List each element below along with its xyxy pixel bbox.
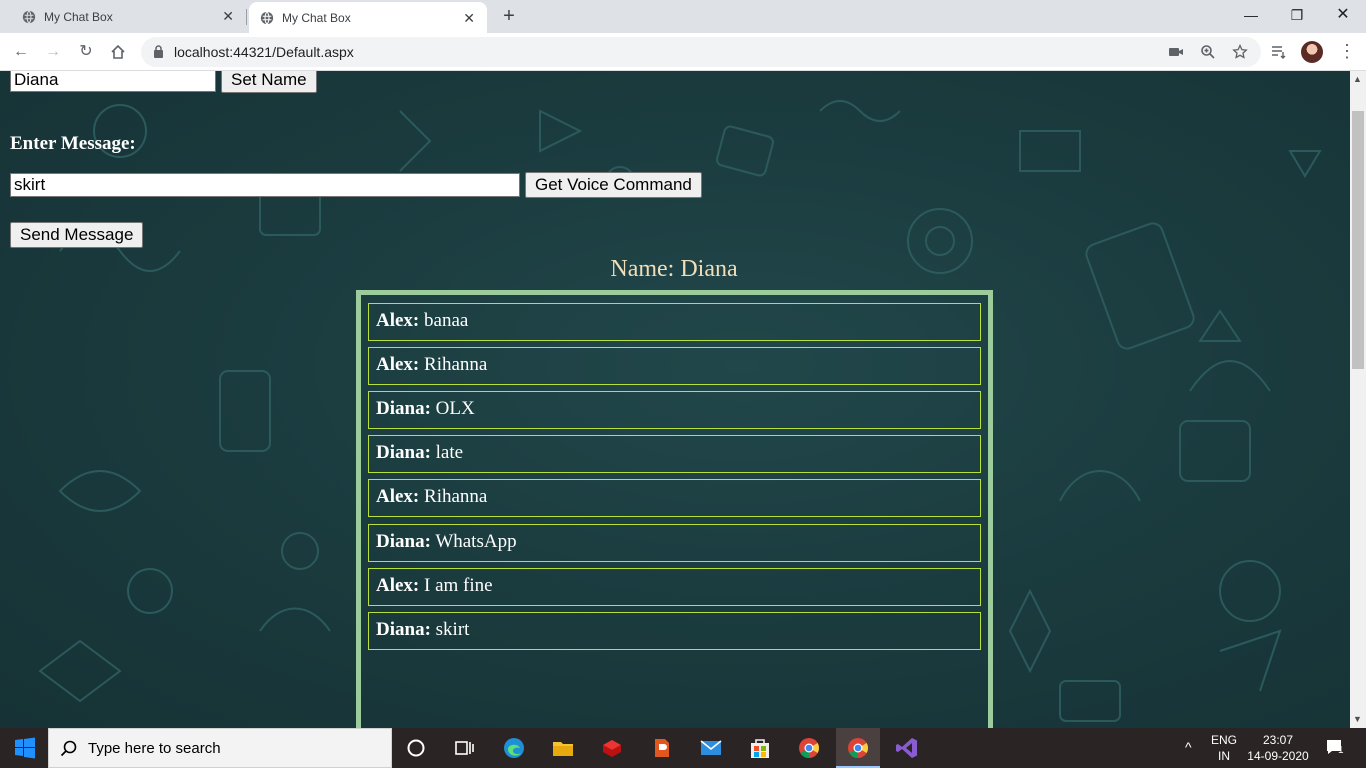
message-text: late: [430, 442, 464, 463]
lock-icon: [154, 45, 163, 58]
cortana-icon[interactable]: [404, 736, 428, 760]
chat-page: Diana Set Name Enter Message: skirt Get …: [0, 71, 1350, 728]
tab-strip: My Chat Box ✕ My Chat Box ✕ + — ❐ ✕: [0, 0, 1366, 33]
tab-my-chat-box-2[interactable]: My Chat Box ✕: [249, 2, 487, 33]
chat-box: Alex: banaa Alex: Rihanna Diana: OLX Dia…: [356, 290, 993, 728]
app-icon-orange[interactable]: [650, 736, 674, 760]
message-text: banaa: [419, 310, 469, 331]
message-sender: Alex:: [376, 354, 420, 375]
scrollbar-thumb[interactable]: [1352, 111, 1364, 369]
message-sender: Diana:: [376, 442, 431, 463]
chat-message: Diana: skirt: [368, 612, 981, 650]
page-scrollbar[interactable]: ▲ ▼: [1350, 71, 1366, 728]
restore-icon[interactable]: ❐: [1274, 0, 1320, 33]
chrome-active-app[interactable]: [836, 728, 880, 768]
message-sender: Diana:: [376, 398, 431, 419]
mail-icon[interactable]: [699, 736, 723, 760]
chat-message: Alex: I am fine: [368, 568, 981, 606]
tab-divider: [246, 9, 247, 25]
visual-studio-icon[interactable]: [895, 736, 919, 760]
message-sender: Alex:: [376, 310, 420, 331]
name-heading: Name: Diana: [610, 256, 738, 282]
task-view-icon[interactable]: [452, 736, 476, 760]
home-icon[interactable]: [106, 40, 130, 64]
input-language[interactable]: ENG IN: [1208, 732, 1240, 764]
message-sender: Diana:: [376, 531, 431, 552]
show-hidden-icons[interactable]: ^: [1185, 739, 1192, 755]
address-bar[interactable]: localhost:44321/Default.aspx: [141, 37, 1261, 67]
tab-my-chat-box-1[interactable]: My Chat Box ✕: [0, 0, 246, 33]
forward-icon[interactable]: →: [41, 40, 65, 64]
minimize-icon[interactable]: —: [1228, 0, 1274, 33]
new-tab-button[interactable]: +: [498, 6, 520, 28]
media-queue-icon[interactable]: [1270, 43, 1288, 61]
zoom-icon[interactable]: [1200, 44, 1216, 60]
tab-title: My Chat Box: [44, 9, 113, 24]
browser-toolbar: ← → ↻ localhost:44321/Default.aspx ⋮: [0, 33, 1366, 71]
globe-icon: [260, 11, 274, 24]
notification-count: 1: [1338, 745, 1344, 756]
taskbar-search-box[interactable]: Type here to search: [48, 728, 392, 768]
message-text: skirt: [430, 619, 470, 640]
set-name-button[interactable]: Set Name: [221, 71, 317, 93]
chat-message: Diana: OLX: [368, 391, 981, 429]
language-code: ENG: [1210, 733, 1237, 747]
scroll-up-icon[interactable]: ▲: [1353, 74, 1362, 84]
edge-icon[interactable]: [502, 736, 526, 760]
scroll-down-icon[interactable]: ▼: [1353, 714, 1362, 724]
camera-icon[interactable]: [1168, 44, 1184, 60]
close-window-icon[interactable]: ✕: [1320, 0, 1366, 33]
tab-title: My Chat Box: [282, 10, 351, 25]
windows-taskbar: Type here to search ^ ENG IN 23:07 14-09…: [0, 728, 1366, 768]
chat-message: Diana: late: [368, 435, 981, 473]
chrome-icon: [848, 738, 869, 759]
profile-avatar[interactable]: [1301, 41, 1323, 63]
file-explorer-icon[interactable]: [551, 736, 575, 760]
message-text: I am fine: [419, 575, 493, 596]
close-tab-icon[interactable]: ✕: [222, 9, 234, 23]
message-sender: Alex:: [376, 575, 420, 596]
region-code: IN: [1218, 749, 1230, 763]
notification-center[interactable]: 1: [1322, 738, 1346, 759]
enter-message-label: Enter Message:: [10, 133, 136, 154]
chat-message: Alex: banaa: [368, 303, 981, 341]
send-message-button[interactable]: Send Message: [10, 222, 144, 248]
message-text: WhatsApp: [430, 531, 517, 552]
reload-icon[interactable]: ↻: [74, 40, 98, 64]
search-icon: [60, 740, 77, 757]
voice-command-button[interactable]: Get Voice Command: [525, 172, 702, 198]
message-text: Rihanna: [419, 354, 488, 375]
clock[interactable]: 23:07 14-09-2020: [1244, 732, 1312, 764]
chat-message: Diana: WhatsApp: [368, 524, 981, 562]
name-input[interactable]: Diana: [10, 71, 216, 92]
chat-message: Alex: Rihanna: [368, 479, 981, 517]
close-tab-icon[interactable]: ✕: [463, 11, 475, 25]
chrome-icon[interactable]: [797, 736, 821, 760]
star-icon[interactable]: [1232, 44, 1248, 60]
globe-icon: [22, 10, 36, 23]
menu-icon[interactable]: ⋮: [1338, 42, 1356, 60]
store-icon[interactable]: [748, 736, 772, 760]
clock-time: 23:07: [1262, 733, 1294, 747]
search-placeholder: Type here to search: [88, 740, 221, 757]
message-sender: Diana:: [376, 619, 431, 640]
message-text: OLX: [430, 398, 475, 419]
chat-message: Alex: Rihanna: [368, 347, 981, 385]
app-icon-red-box[interactable]: [600, 736, 624, 760]
url-text: localhost:44321/Default.aspx: [174, 44, 354, 60]
message-input[interactable]: skirt: [10, 173, 520, 197]
message-text: Rihanna: [419, 486, 488, 507]
clock-date: 14-09-2020: [1247, 749, 1309, 763]
back-icon[interactable]: ←: [9, 40, 33, 64]
message-sender: Alex:: [376, 486, 420, 507]
windows-start-icon[interactable]: [13, 736, 37, 760]
